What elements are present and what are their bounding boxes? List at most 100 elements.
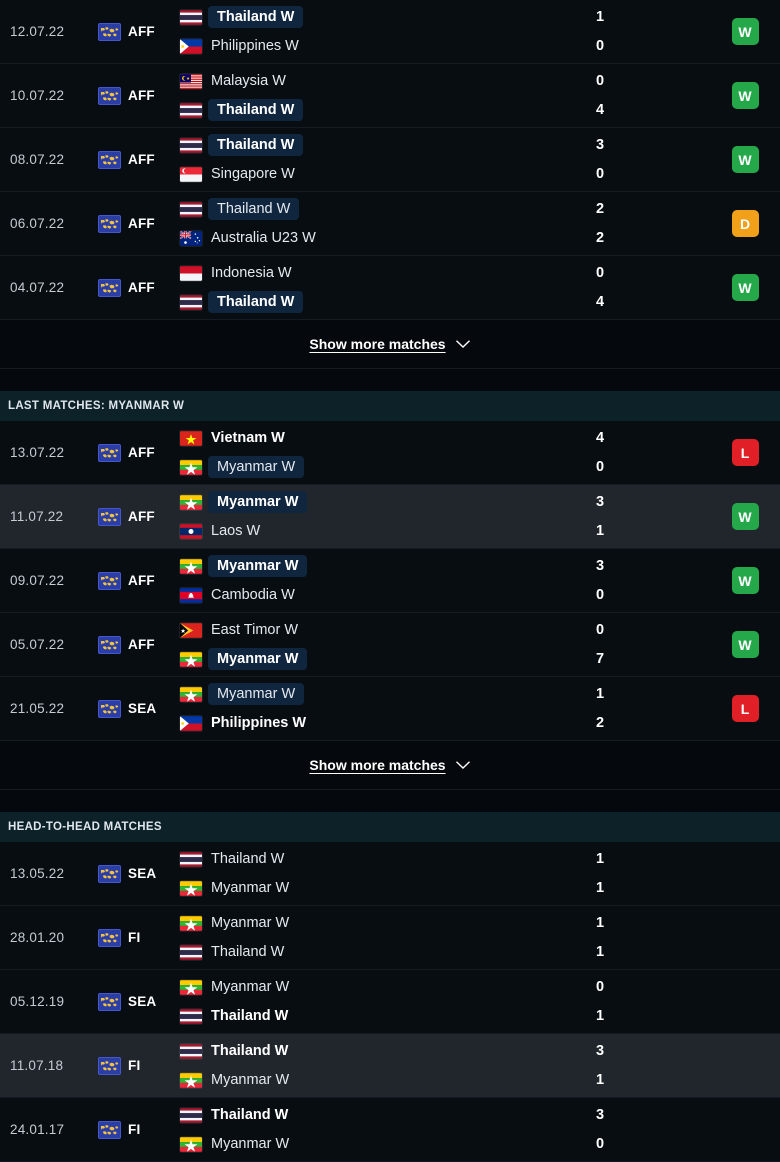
team-name-away[interactable]: Thailand W: [211, 1006, 288, 1026]
score-home: 3: [596, 494, 605, 510]
team-name-home[interactable]: Malaysia W: [211, 71, 286, 91]
match-row[interactable]: 06.07.22 AFF Thailand W Australia U23 W22D: [0, 192, 780, 256]
match-row[interactable]: 05.12.19 SEA Myanmar W Thailand W01: [0, 970, 780, 1034]
team-name-home[interactable]: Thailand W: [208, 6, 304, 28]
competition-cell[interactable]: AFF: [98, 485, 180, 548]
team-name-away[interactable]: Philippines W: [211, 36, 299, 56]
flag-icon-myanmar: [180, 558, 202, 574]
flag-icon-thailand: [180, 851, 202, 867]
team-name-away[interactable]: Myanmar W: [211, 878, 289, 898]
match-row[interactable]: 24.01.17 FI Thailand W Myanmar W30: [0, 1098, 780, 1162]
team-name-home[interactable]: Myanmar W: [211, 977, 289, 997]
match-date: 21.05.22: [10, 701, 65, 716]
competition-cell[interactable]: AFF: [98, 256, 180, 319]
team-name-home[interactable]: Thailand W: [211, 1041, 288, 1061]
team-name-home[interactable]: Indonesia W: [211, 263, 292, 283]
team-line-home: Thailand W: [180, 198, 590, 220]
competition-cell[interactable]: AFF: [98, 421, 180, 484]
score-home: 1: [596, 9, 605, 25]
match-row[interactable]: 28.01.20 FI Myanmar W Thailand W11: [0, 906, 780, 970]
match-row[interactable]: 13.07.22 AFF Vietnam W Myanmar W40L: [0, 421, 780, 485]
team-line-home: Thailand W: [180, 1104, 590, 1126]
competition-cell[interactable]: FI: [98, 1098, 180, 1161]
competition-cell[interactable]: AFF: [98, 0, 180, 63]
team-name-away[interactable]: Australia U23 W: [211, 228, 316, 248]
world-map-icon: [98, 507, 121, 526]
teams-cell: Malaysia W Thailand W: [180, 64, 590, 127]
match-row[interactable]: 09.07.22 AFF Myanmar W Cambodia W30W: [0, 549, 780, 613]
team-line-away: Thailand W: [180, 99, 590, 121]
competition-cell[interactable]: FI: [98, 1034, 180, 1097]
result-cell: W: [710, 64, 780, 127]
team-line-away: Myanmar W: [180, 456, 590, 478]
competition-cell[interactable]: AFF: [98, 549, 180, 612]
team-name-away[interactable]: Myanmar W: [211, 1134, 289, 1154]
team-line-away: Laos W: [180, 520, 590, 542]
competition-cell[interactable]: AFF: [98, 128, 180, 191]
competition-label: AFF: [128, 573, 155, 588]
score-away: 0: [596, 587, 605, 603]
section-gap: [0, 369, 780, 391]
match-date: 06.07.22: [10, 216, 65, 231]
match-row[interactable]: 11.07.22 AFF Myanmar W Laos W31W: [0, 485, 780, 549]
team-line-home: Thailand W: [180, 134, 590, 156]
team-line-away: Myanmar W: [180, 1133, 590, 1155]
competition-cell[interactable]: AFF: [98, 64, 180, 127]
team-name-home[interactable]: Thailand W: [208, 134, 304, 156]
competition-cell[interactable]: FI: [98, 906, 180, 969]
status-badge: W: [731, 18, 759, 45]
match-row[interactable]: 05.07.22 AFF East Timor W Myanmar W07W: [0, 613, 780, 677]
team-name-away[interactable]: Myanmar W: [211, 1070, 289, 1090]
team-name-home[interactable]: Myanmar W: [208, 683, 305, 705]
team-name-home[interactable]: East Timor W: [211, 620, 298, 640]
team-name-home[interactable]: Thailand W: [211, 849, 284, 869]
team-name-home[interactable]: Thailand W: [211, 1105, 288, 1125]
team-name-away[interactable]: Myanmar W: [208, 648, 308, 670]
competition-cell[interactable]: AFF: [98, 613, 180, 676]
show-more-matches-button[interactable]: Show more matches: [0, 320, 780, 369]
competition-cell[interactable]: SEA: [98, 970, 180, 1033]
team-name-away[interactable]: Singapore W: [211, 164, 295, 184]
match-row[interactable]: 12.07.22 AFF Thailand W Philippines W10W: [0, 0, 780, 64]
world-map-icon: [98, 1056, 121, 1075]
teams-cell: Myanmar W Cambodia W: [180, 549, 590, 612]
team-line-home: Myanmar W: [180, 683, 590, 705]
team-name-home[interactable]: Vietnam W: [211, 428, 285, 448]
match-row[interactable]: 10.07.22 AFF Malaysia W Thailand W04W: [0, 64, 780, 128]
team-line-home: Myanmar W: [180, 491, 590, 513]
team-name-away[interactable]: Thailand W: [211, 942, 284, 962]
flag-icon-indonesia: [180, 265, 202, 281]
team-name-away[interactable]: Myanmar W: [208, 456, 305, 478]
competition-cell[interactable]: SEA: [98, 677, 180, 740]
team-name-away[interactable]: Cambodia W: [211, 585, 295, 605]
show-more-matches-button[interactable]: Show more matches: [0, 741, 780, 790]
match-row[interactable]: 21.05.22 SEA Myanmar W Philippines W12L: [0, 677, 780, 741]
competition-cell[interactable]: SEA: [98, 842, 180, 905]
match-row[interactable]: 11.07.18 FI Thailand W Myanmar W31: [0, 1034, 780, 1098]
team-name-home[interactable]: Myanmar W: [208, 491, 308, 513]
team-name-home[interactable]: Myanmar W: [208, 555, 308, 577]
score-cell: 04: [590, 64, 710, 127]
team-name-away[interactable]: Thailand W: [208, 291, 304, 313]
world-map-icon: [98, 635, 121, 654]
team-name-away[interactable]: Philippines W: [211, 713, 306, 733]
flag-icon-myanmar: [180, 494, 202, 510]
team-name-home[interactable]: Myanmar W: [211, 913, 289, 933]
score-cell: 04: [590, 256, 710, 319]
team-name-away[interactable]: Laos W: [211, 521, 260, 541]
match-row[interactable]: 04.07.22 AFF Indonesia W Thailand W04W: [0, 256, 780, 320]
team-name-away[interactable]: Thailand W: [208, 99, 304, 121]
match-row[interactable]: 13.05.22 SEA Thailand W Myanmar W11: [0, 842, 780, 906]
team-name-home[interactable]: Thailand W: [208, 198, 300, 220]
score-away: 0: [596, 38, 605, 54]
status-badge: W: [731, 631, 759, 658]
match-row[interactable]: 08.07.22 AFF Thailand W Singapore W30W: [0, 128, 780, 192]
score-cell: 40: [590, 421, 710, 484]
score-away: 7: [596, 651, 605, 667]
result-cell: W: [710, 485, 780, 548]
flag-icon-myanmar: [180, 979, 202, 995]
status-badge: L: [731, 695, 759, 722]
result-cell: W: [710, 128, 780, 191]
competition-cell[interactable]: AFF: [98, 192, 180, 255]
match-date: 13.05.22: [10, 866, 65, 881]
